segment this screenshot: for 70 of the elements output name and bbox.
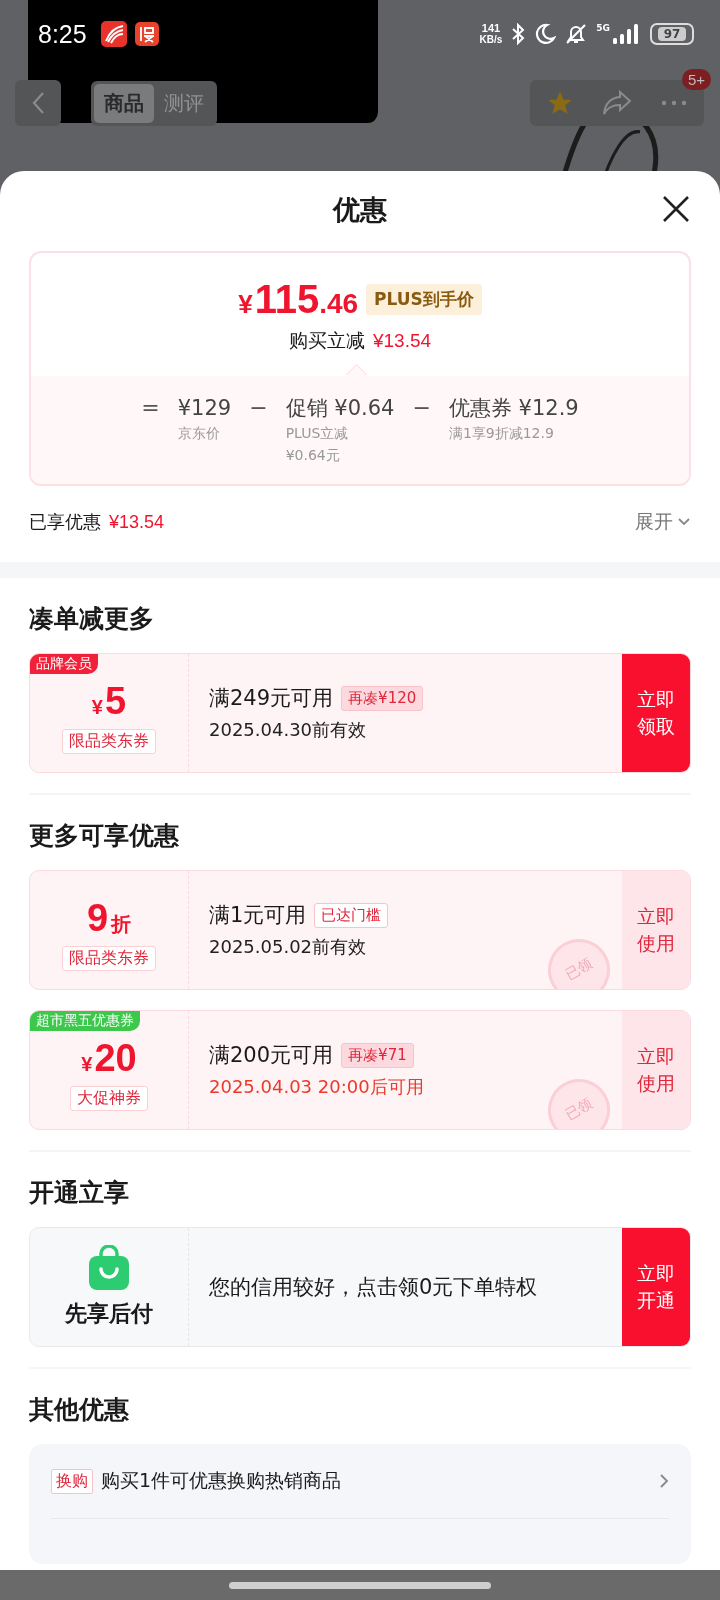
coupon-validity: 2025.04.30前有效 (209, 718, 368, 742)
operator-sign: − (249, 394, 268, 422)
share-icon[interactable] (602, 89, 632, 117)
coupon-amount: ¥5 (91, 680, 127, 723)
corner-tag: 超市黑五优惠券 (30, 1011, 140, 1031)
sheet-title: 优惠 (333, 193, 387, 227)
moon-icon (534, 23, 557, 45)
offer-text: 购买1件可优惠换购热销商品 (101, 1468, 342, 1493)
section-title: 凑单减更多 (29, 603, 155, 635)
tab[interactable]: 测评 (154, 83, 214, 123)
coupon-action-button[interactable]: 立即使用 (622, 871, 690, 989)
breakdown-value: 优惠券 ¥12.9 (448, 395, 579, 422)
coupon-action-button[interactable]: 立即使用 (622, 1011, 690, 1129)
network-speed-unit: KB/s (479, 34, 503, 45)
operator-sign: − (412, 394, 431, 422)
coupon-scope: 限品类东券 (62, 729, 156, 754)
offer-tag: 换购 (51, 1468, 93, 1494)
coupon-hint: 再凑¥120 (341, 685, 424, 711)
back-button[interactable] (15, 80, 61, 126)
coupon-condition: 满249元可用 (209, 685, 334, 712)
coupon-validity: 2025.04.03 20:00后可用 (209, 1075, 425, 1099)
breakdown-note: PLUS立减 (285, 424, 350, 443)
status-time: 8:25 (38, 19, 87, 49)
breakdown-value: 促销 ¥0.64 (285, 395, 395, 422)
total-amount: ¥13.54 (109, 511, 165, 533)
coupon-scope: 大促神券 (70, 1086, 148, 1111)
battery-icon: 97 (650, 23, 694, 45)
breakdown-note: 满1享9折减12.9 (448, 424, 555, 443)
home-indicator[interactable] (229, 1581, 491, 1589)
saving-label: 购买立减 (288, 328, 365, 353)
coupon-hint: 再凑¥71 (341, 1042, 414, 1068)
network-type: 5G (596, 23, 610, 33)
saving-amount: ¥13.54 (372, 330, 432, 352)
section-title: 更多可享优惠 (29, 820, 180, 852)
bell-muted-icon (564, 22, 589, 46)
service-description: 您的信用较好，点击领0元下单特权 (209, 1274, 539, 1301)
coupon-condition: 满1元可用 (209, 902, 307, 929)
more-icon[interactable] (660, 99, 688, 107)
app-notification-icon (134, 22, 159, 46)
chevron-right-icon (659, 1473, 669, 1489)
app-logo-icon (100, 21, 127, 47)
final-price: ¥115.46 (238, 277, 359, 322)
coupon-action-button[interactable]: 立即领取 (622, 654, 690, 772)
breakdown-value: ¥129 (177, 395, 232, 422)
coupon-hint: 已达门槛 (314, 902, 389, 928)
corner-tag: 品牌会员 (30, 654, 98, 674)
section-title: 开通立享 (29, 1177, 130, 1209)
bluetooth-icon (510, 23, 527, 45)
activate-button[interactable]: 立即开通 (622, 1228, 690, 1346)
coupon-condition: 满200元可用 (209, 1042, 334, 1069)
coupon-scope: 限品类东券 (62, 946, 156, 971)
tab[interactable]: 商品 (94, 83, 154, 123)
breakdown-note: ¥0.64元 (285, 446, 341, 465)
chevron-down-icon (677, 517, 691, 527)
offer-row[interactable]: 换购 购买1件可优惠换购热销商品 (51, 1444, 669, 1519)
total-label: 已享优惠 (29, 510, 101, 534)
expand-toggle[interactable]: 展开 (635, 509, 691, 535)
back-icon (31, 91, 45, 115)
service-name: 先享后付 (65, 1300, 153, 1328)
operator-sign: = (141, 394, 160, 422)
coupon-validity: 2025.05.02前有效 (209, 935, 368, 959)
network-speed-value: 141 (481, 23, 501, 34)
shopping-bag-icon (88, 1245, 130, 1291)
price-tag: PLUS到手价 (366, 284, 482, 315)
coupon-amount: 9折 (86, 897, 132, 940)
coupon-amount: ¥20 (81, 1037, 137, 1080)
close-icon (662, 195, 690, 223)
section-title: 其他优惠 (29, 1394, 130, 1426)
close-button[interactable] (662, 195, 690, 223)
breakdown-note: 京东价 (177, 424, 221, 443)
